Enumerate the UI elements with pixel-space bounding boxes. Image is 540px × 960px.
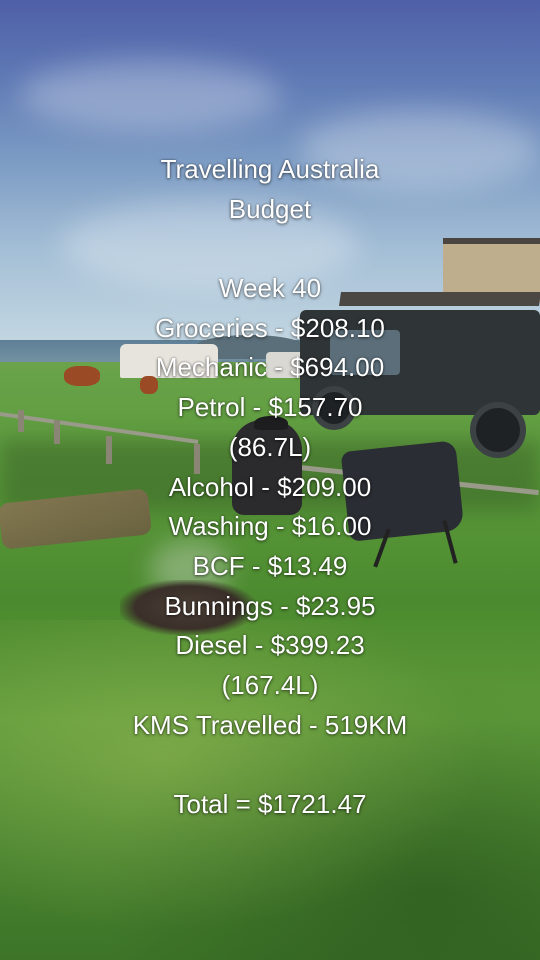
expense-line: Groceries - $208.10: [155, 312, 385, 343]
week-line: Week 40: [218, 273, 322, 304]
expense-line: Bunnings - $23.95: [164, 590, 376, 621]
cloud: [20, 60, 280, 130]
expense-line: Petrol - $157.70: [177, 392, 363, 423]
expense-note: (86.7L): [228, 431, 312, 462]
expense-line: Diesel - $399.23: [175, 630, 365, 661]
title-line: Budget: [228, 193, 312, 224]
title-line: Travelling Australia: [160, 154, 380, 184]
total-line: Total = $1721.47: [173, 789, 367, 819]
expense-line: BCF - $13.49: [192, 550, 348, 581]
expense-line: Mechanic - $694.00: [155, 352, 385, 383]
expense-line: Washing - $16.00: [168, 511, 372, 542]
expense-note: (167.4L): [221, 669, 319, 700]
distance-line: KMS Travelled - 519KM: [132, 709, 408, 740]
budget-overlay-text: Travelling Australia Budget Week 40 Groc…: [0, 150, 540, 825]
expense-line: Alcohol - $209.00: [168, 471, 372, 502]
